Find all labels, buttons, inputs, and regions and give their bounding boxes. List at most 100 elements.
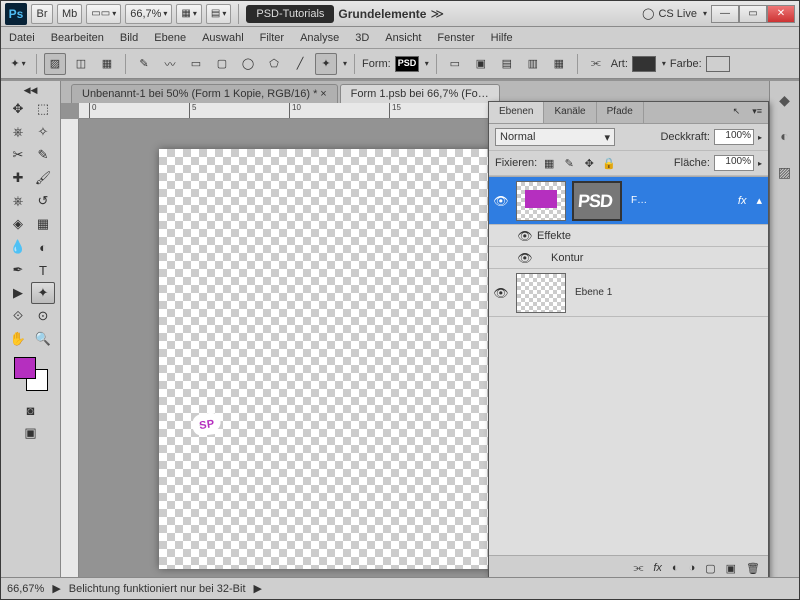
menu-analyse[interactable]: Analyse (300, 32, 339, 44)
chevron-right-icon[interactable]: ≫ (430, 6, 444, 22)
delete-layer-icon[interactable]: 🗑 (746, 562, 760, 575)
collapse-fx-icon[interactable]: ▴ (750, 194, 768, 207)
visibility-icon[interactable]: 👁 (489, 194, 513, 208)
pen-icon[interactable]: ✎ (133, 53, 155, 75)
workspace-tag[interactable]: PSD-Tutorials (246, 5, 334, 23)
polygon-icon[interactable]: ⬠ (263, 53, 285, 75)
panel-menu-icon[interactable]: ▾≡ (746, 102, 768, 123)
crop-tool[interactable]: ✂ (6, 144, 30, 166)
tab-pfade[interactable]: Pfade (597, 102, 644, 123)
minimize-button[interactable]: — (711, 5, 739, 23)
close-button[interactable]: ✕ (767, 5, 795, 23)
menu-bearbeiten[interactable]: Bearbeiten (51, 32, 104, 44)
layer-form1[interactable]: 👁 PSD F… fx ▴ (489, 177, 768, 225)
3d-camera-tool[interactable]: ⊙ (31, 305, 55, 327)
menu-ebene[interactable]: Ebene (154, 32, 186, 44)
lock-all-icon[interactable]: 🔒 (601, 155, 617, 171)
layer-ebene1[interactable]: 👁 Ebene 1 (489, 269, 768, 317)
shape-preset-icon[interactable]: ✦▾ (7, 53, 29, 75)
rounded-rect-icon[interactable]: ▢ (211, 53, 233, 75)
screen-mode-button[interactable]: ▭▭▾ (86, 4, 121, 24)
menu-auswahl[interactable]: Auswahl (202, 32, 244, 44)
zoom-level-combo[interactable]: 66,7%▾ (125, 4, 172, 24)
fill-input[interactable]: 100% (714, 155, 754, 171)
paths-icon[interactable]: ◫ (70, 53, 92, 75)
menu-3d[interactable]: 3D (355, 32, 369, 44)
blend-mode-combo[interactable]: Normal▾ (495, 128, 615, 146)
quickmask-tool[interactable]: ◙ (19, 399, 43, 421)
status-tri-icon[interactable]: ▶ (52, 582, 60, 595)
style-swatch[interactable] (632, 56, 656, 72)
layer-thumb[interactable] (516, 273, 566, 313)
path-select-tool[interactable]: ▶ (6, 282, 30, 304)
kontur-row[interactable]: 👁 Kontur (489, 247, 768, 269)
3d-tool[interactable]: ⟐ (6, 305, 30, 327)
tab-ebenen[interactable]: Ebenen (489, 102, 544, 123)
group-icon[interactable]: ▢ (705, 562, 715, 575)
color-picker[interactable] (14, 357, 48, 391)
pathop-intersect-icon[interactable]: ▥ (522, 53, 544, 75)
menu-bild[interactable]: Bild (120, 32, 138, 44)
blur-tool[interactable]: 💧 (6, 236, 30, 258)
lock-position-icon[interactable]: ✥ (581, 155, 597, 171)
extras-button[interactable]: ▤▾ (206, 4, 231, 24)
visibility-icon[interactable]: 👁 (513, 229, 537, 243)
ruler-vertical[interactable] (61, 119, 79, 577)
heal-tool[interactable]: ✚ (6, 167, 30, 189)
layers-panel[interactable]: Ebenen Kanäle Pfade ↖ ▾≡ Normal▾ Deckkra… (488, 101, 769, 581)
link-icon[interactable]: ⫘ (585, 53, 607, 75)
custom-shape-icon[interactable]: ✦ (315, 53, 337, 75)
close-icon[interactable]: × (320, 88, 326, 100)
styles-dock-icon[interactable]: ▨ (774, 161, 796, 183)
wand-tool[interactable]: ✧ (31, 121, 55, 143)
fx-badge[interactable]: fx (734, 195, 751, 207)
freeform-pen-icon[interactable]: 〰 (159, 53, 181, 75)
shape-picker[interactable]: PSD (395, 56, 419, 72)
pathop-new-icon[interactable]: ▭ (444, 53, 466, 75)
visibility-icon[interactable]: 👁 (489, 286, 513, 300)
line-icon[interactable]: ╱ (289, 53, 311, 75)
menu-ansicht[interactable]: Ansicht (385, 32, 421, 44)
minibridge-button[interactable]: Mb (57, 4, 82, 24)
layer-thumb[interactable] (516, 181, 566, 221)
doctab-2[interactable]: Form 1.psb bei 66,7% (Fo… (340, 84, 500, 103)
arrange-button[interactable]: ▦▾ (176, 4, 201, 24)
status-tri-icon[interactable]: ▶ (254, 582, 262, 595)
shape-tool[interactable]: ✦ (31, 282, 55, 304)
adjustments-dock-icon[interactable]: ◐ (774, 125, 796, 147)
maximize-button[interactable]: ▭ (739, 5, 767, 23)
brush-tool[interactable]: 🖌 (31, 167, 55, 189)
fill-pixels-icon[interactable]: ▦ (96, 53, 118, 75)
pathop-exclude-icon[interactable]: ▦ (548, 53, 570, 75)
ellipse-icon[interactable]: ◯ (237, 53, 259, 75)
gradient-tool[interactable]: ▦ (31, 213, 55, 235)
bridge-button[interactable]: Br (31, 4, 53, 24)
dodge-tool[interactable]: ◐ (31, 236, 55, 258)
lock-transparent-icon[interactable]: ▦ (541, 155, 557, 171)
marquee-tool[interactable]: ⬚ (31, 98, 55, 120)
screenmode-tool[interactable]: ▣ (19, 422, 43, 444)
pen-tool[interactable]: ✒ (6, 259, 30, 281)
tab-kanaele[interactable]: Kanäle (544, 102, 596, 123)
effects-row[interactable]: 👁 Effekte (489, 225, 768, 247)
layer-mask-thumb[interactable]: PSD (572, 181, 622, 221)
cslive-label[interactable]: CS Live (658, 8, 697, 20)
layer-name[interactable]: Ebene 1 (569, 287, 768, 298)
stamp-tool[interactable]: ⎈ (6, 190, 30, 212)
opacity-input[interactable]: 100% (714, 129, 754, 145)
shape-layers-icon[interactable]: ▨ (44, 53, 66, 75)
mask-icon[interactable]: ◐ (672, 562, 679, 574)
adjustment-icon[interactable]: ◑ (689, 562, 696, 574)
lasso-tool[interactable]: ⎈ (6, 121, 30, 143)
pathop-subtract-icon[interactable]: ▤ (496, 53, 518, 75)
doctab-1[interactable]: Unbenannt-1 bei 50% (Form 1 Kopie, RGB/1… (71, 84, 338, 103)
pathop-add-icon[interactable]: ▣ (470, 53, 492, 75)
hand-tool[interactable]: ✋ (6, 328, 30, 350)
eraser-tool[interactable]: ◈ (6, 213, 30, 235)
canvas[interactable]: PS (159, 149, 519, 569)
menu-hilfe[interactable]: Hilfe (491, 32, 513, 44)
move-tool[interactable]: ✥ (6, 98, 30, 120)
rectangle-icon[interactable]: ▭ (185, 53, 207, 75)
menu-filter[interactable]: Filter (260, 32, 284, 44)
type-tool[interactable]: T (31, 259, 55, 281)
